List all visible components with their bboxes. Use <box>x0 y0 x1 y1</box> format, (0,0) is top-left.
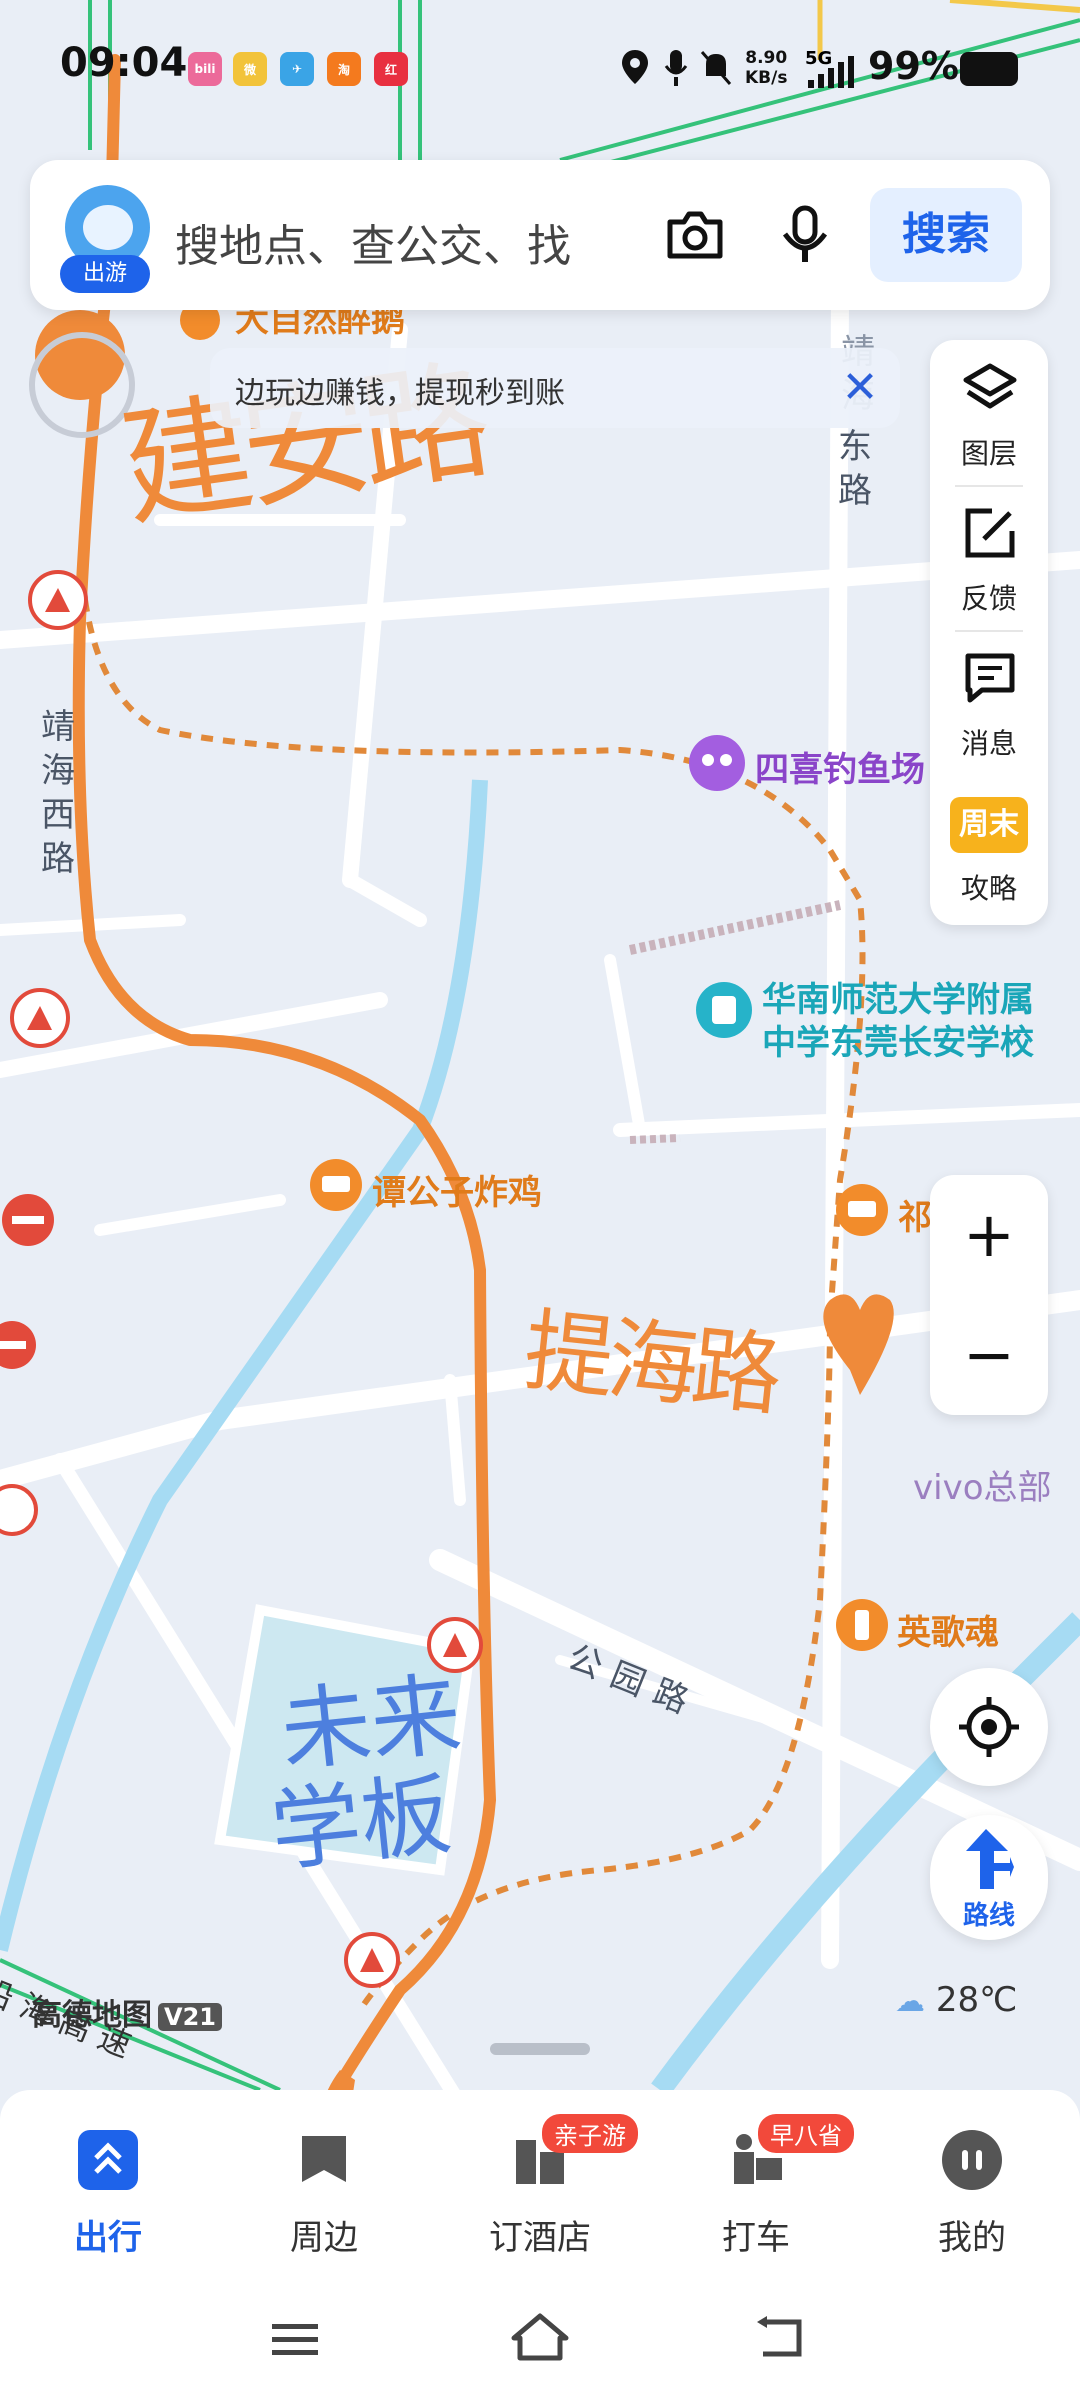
tool-feedback-label: 反馈 <box>960 582 1017 615</box>
handwriting-xueban: 学板 <box>265 1761 456 1886</box>
nav-taxi[interactable]: 早八省 打车 <box>648 2114 864 2270</box>
handwriting-tihai: 提海路 <box>519 1298 781 1429</box>
nav-nearby[interactable]: 周边 <box>216 2120 432 2270</box>
taxi-badge: 早八省 <box>758 2114 854 2153</box>
mute-status-icon <box>700 50 732 86</box>
poi-label-sixi[interactable]: 四喜钓鱼场 <box>755 742 925 791</box>
nav-profile[interactable]: 我的 <box>864 2120 1080 2270</box>
weekend-guide-icon: 周末 <box>950 797 1028 853</box>
route-label: 路线 <box>962 1901 1015 1931</box>
poi-label-qi[interactable]: 祁 <box>898 1190 932 1239</box>
poi-label-tangongzi[interactable]: 谭公子炸鸡 <box>372 1165 542 1214</box>
promo-banner[interactable]: 边玩边赚钱，提现秒到账 ✕ <box>210 348 900 428</box>
system-nav-bar <box>0 2280 1080 2400</box>
telegram-icon: ✈ <box>280 52 314 86</box>
feedback-icon <box>965 508 1015 558</box>
tool-layers[interactable]: 图层 <box>930 340 1048 485</box>
net-speed: 8.90 KB/s <box>745 48 787 88</box>
map-logo-name: 高德地图 <box>32 1998 152 2033</box>
tool-message-label: 消息 <box>960 727 1017 760</box>
nav-travel-label: 出行 <box>74 2218 142 2258</box>
mic-status-icon <box>664 50 688 86</box>
nav-nearby-label: 周边 <box>290 2218 358 2258</box>
zoom-in-button[interactable]: + <box>930 1175 1048 1295</box>
poi-label-yingge[interactable]: 英歌魂 <box>897 1605 999 1654</box>
travel-icon <box>78 2130 138 2190</box>
avatar-face <box>83 205 133 250</box>
net-speed-unit: KB/s <box>745 68 788 88</box>
back-icon[interactable] <box>755 2316 805 2364</box>
cloud-icon: ☁ <box>895 1984 925 2019</box>
bilibili-icon: bili <box>188 52 222 86</box>
search-bar[interactable]: 出游 搜地点、查公交、找 搜索 <box>30 160 1050 310</box>
search-button[interactable]: 搜索 <box>870 188 1022 282</box>
signal-icon <box>808 56 856 92</box>
map-tools-panel: 图层 反馈 消息 周末 攻略 <box>930 340 1048 925</box>
nav-hotel-label: 订酒店 <box>489 2218 591 2258</box>
zoom-control: + − <box>930 1175 1048 1415</box>
status-time: 09:04 <box>60 40 188 86</box>
close-icon[interactable]: ✕ <box>830 358 890 418</box>
nav-hotel[interactable]: 亲子游 订酒店 <box>432 2114 648 2270</box>
map-logo: 高德地图 V21 <box>32 1990 222 2034</box>
road-label-east: 东路 <box>838 427 872 511</box>
nav-taxi-label: 打车 <box>722 2218 790 2258</box>
home-icon[interactable] <box>510 2312 570 2366</box>
map-logo-version: V21 <box>158 2003 222 2031</box>
locate-button[interactable] <box>930 1668 1048 1786</box>
battery-icon <box>960 52 1018 86</box>
nav-travel[interactable]: 出行 <box>0 2120 216 2270</box>
message-icon <box>965 653 1015 703</box>
crosshair-icon <box>959 1697 1019 1757</box>
location-status-icon <box>622 50 648 84</box>
nav-profile-label: 我的 <box>938 2218 1006 2258</box>
tool-feedback[interactable]: 反馈 <box>930 485 1048 630</box>
route-arrow-icon <box>966 1829 1014 1889</box>
battery-percent: 99% <box>868 44 959 88</box>
menu-icon[interactable] <box>270 2320 320 2364</box>
weather-indicator: ☁ 28℃ <box>895 1980 1017 2020</box>
hotel-badge: 亲子游 <box>542 2114 638 2153</box>
tool-layers-label: 图层 <box>960 437 1017 470</box>
poi-label-vivo[interactable]: vivo总部 <box>913 1460 1052 1509</box>
route-button[interactable]: 路线 <box>930 1815 1048 1940</box>
weibo-icon: 微 <box>233 52 267 86</box>
poi-label-school-1[interactable]: 华南师范大学附属 <box>762 972 1034 1021</box>
search-input[interactable]: 搜地点、查公交、找 <box>175 210 645 274</box>
tool-guide-label: 攻略 <box>960 872 1017 905</box>
taobao-icon: 淘 <box>327 52 361 86</box>
poi-label-school-2[interactable]: 中学东莞长安学校 <box>762 1015 1034 1064</box>
voice-search-icon[interactable] <box>770 200 840 270</box>
net-speed-value: 8.90 <box>745 48 788 68</box>
weather-temp: 28℃ <box>935 1980 1018 2020</box>
zoom-out-button[interactable]: − <box>930 1295 1048 1415</box>
road-label-jinghai-west: 靖海西路 <box>41 707 75 879</box>
camera-icon[interactable] <box>660 200 730 270</box>
bottom-nav: 出行 周边 亲子游 订酒店 早八省 打车 我的 <box>0 2090 1080 2280</box>
tool-guide[interactable]: 周末 攻略 <box>930 775 1048 920</box>
profile-icon <box>942 2130 1002 2190</box>
promo-banner-text: 边玩边赚钱，提现秒到账 <box>235 376 565 411</box>
avatar-tag[interactable]: 出游 <box>60 255 150 293</box>
xiaohongshu-icon: 红 <box>374 52 408 86</box>
nearby-icon <box>294 2130 354 2190</box>
layers-icon <box>963 363 1017 409</box>
panel-drag-handle[interactable] <box>490 2043 590 2055</box>
tool-message[interactable]: 消息 <box>930 630 1048 775</box>
